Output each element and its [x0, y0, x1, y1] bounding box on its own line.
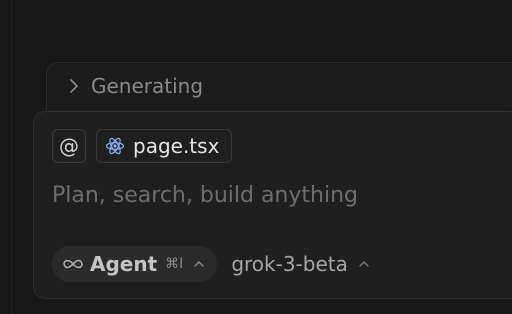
generating-toggle[interactable]: Generating: [67, 74, 203, 98]
mode-shortcut: ⌘I: [165, 256, 184, 272]
chevron-up-icon: [358, 258, 370, 270]
model-label: grok-3-beta: [231, 252, 348, 276]
mention-button[interactable]: @: [52, 129, 86, 163]
composer-toolbar: Agent ⌘I grok-3-beta: [52, 246, 370, 282]
chevron-up-icon: [193, 258, 205, 270]
at-icon: @: [59, 134, 79, 158]
file-name: page.tsx: [133, 134, 220, 158]
sidebar-divider: [11, 0, 12, 314]
chat-input[interactable]: [52, 179, 492, 211]
mode-label: Agent: [90, 252, 158, 276]
chat-composer: @ page.tsx Agent ⌘I: [33, 111, 512, 299]
infinity-icon: [62, 257, 84, 271]
context-file-chip[interactable]: page.tsx: [96, 129, 233, 163]
generating-label: Generating: [91, 74, 204, 98]
react-icon: [105, 136, 125, 156]
model-selector[interactable]: grok-3-beta: [231, 246, 370, 282]
chevron-right-icon: [67, 79, 81, 93]
mode-selector[interactable]: Agent ⌘I: [52, 246, 218, 282]
